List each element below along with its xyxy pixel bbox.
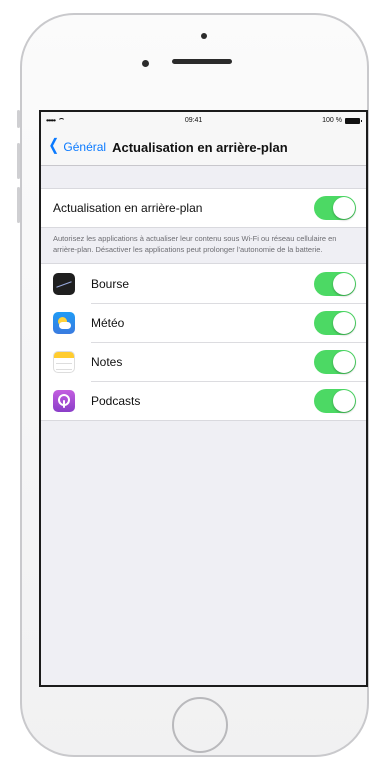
toggle-knob bbox=[333, 350, 355, 373]
volume-down-button bbox=[17, 187, 20, 223]
navigation-bar: ❮ Général Actualisation en arrière-plan bbox=[41, 129, 366, 166]
battery-percent: 100 % bbox=[322, 117, 342, 124]
background-refresh-label: Actualisation en arrière-plan bbox=[53, 201, 203, 215]
section-footer-text: Autorisez les applications à actualiser … bbox=[53, 234, 337, 254]
podcasts-icon bbox=[53, 389, 75, 412]
proximity-sensor bbox=[201, 33, 207, 39]
mute-switch bbox=[17, 110, 20, 128]
app-name: Podcasts bbox=[91, 393, 141, 408]
background-refresh-row: Actualisation en arrière-plan bbox=[41, 189, 366, 227]
status-time: 09:41 bbox=[184, 117, 203, 124]
chevron-left-icon: ❮ bbox=[48, 137, 60, 154]
toggle-knob bbox=[333, 272, 355, 295]
back-label: Général bbox=[63, 140, 107, 154]
home-button[interactable] bbox=[172, 697, 228, 753]
toggle-knob bbox=[333, 389, 355, 412]
signal-strength: ••••• bbox=[46, 116, 56, 125]
bourse-toggle[interactable] bbox=[314, 271, 356, 296]
podcasts-toggle[interactable] bbox=[314, 388, 356, 413]
wifi-icon bbox=[58, 117, 66, 124]
app-row-podcasts: Podcasts bbox=[41, 381, 366, 420]
status-bar: ••••• 09:41 100 % bbox=[41, 112, 366, 129]
front-camera bbox=[142, 60, 149, 67]
app-name: Bourse bbox=[91, 276, 130, 291]
app-row-notes: Notes bbox=[41, 342, 366, 381]
earpiece-speaker bbox=[172, 59, 232, 64]
app-name: Notes bbox=[91, 354, 123, 369]
page-title: Actualisation en arrière-plan bbox=[112, 139, 288, 155]
app-row-bourse: Bourse bbox=[41, 264, 366, 303]
app-row-meteo: Météo bbox=[41, 303, 366, 342]
meteo-toggle[interactable] bbox=[314, 310, 356, 335]
app-name: Météo bbox=[91, 315, 125, 330]
toggle-knob bbox=[333, 311, 355, 334]
volume-up-button bbox=[17, 143, 20, 179]
apps-group: Bourse Météo Notes Podcasts bbox=[41, 263, 366, 421]
back-button[interactable]: ❮ Général bbox=[47, 137, 107, 155]
weather-icon bbox=[53, 311, 75, 334]
battery-icon bbox=[345, 117, 362, 124]
stocks-icon bbox=[53, 272, 75, 295]
master-toggle-group: Actualisation en arrière-plan bbox=[41, 188, 366, 228]
notes-icon bbox=[53, 350, 75, 373]
background-refresh-toggle[interactable] bbox=[314, 196, 356, 220]
toggle-knob bbox=[333, 197, 355, 219]
phone-screen: ••••• 09:41 100 % ❮ Général Actualisatio… bbox=[39, 110, 368, 687]
notes-toggle[interactable] bbox=[314, 349, 356, 374]
